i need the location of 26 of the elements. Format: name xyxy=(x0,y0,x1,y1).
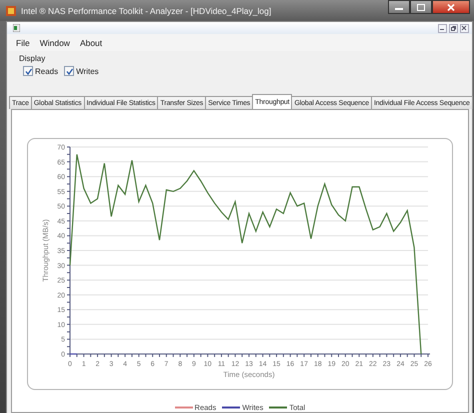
menu-item[interactable]: Window xyxy=(34,37,75,49)
restore-icon xyxy=(450,25,456,31)
menu-item[interactable]: About xyxy=(74,37,108,49)
legend-line-icon xyxy=(222,406,240,409)
group-label: Display xyxy=(19,54,46,63)
minimize-button[interactable] xyxy=(438,24,447,32)
check-icon xyxy=(24,68,32,74)
checkbox[interactable] xyxy=(23,66,33,76)
restore-button[interactable] xyxy=(448,24,458,32)
document-icon xyxy=(13,24,20,32)
app-icon xyxy=(6,6,16,16)
legend-line-icon xyxy=(269,406,288,409)
close-button[interactable] xyxy=(460,24,469,32)
menu-item[interactable]: File xyxy=(11,37,35,49)
close-icon xyxy=(461,25,468,31)
checkbox[interactable] xyxy=(64,66,74,76)
maximize-button[interactable] xyxy=(410,0,432,14)
maximize-icon xyxy=(417,4,425,10)
minimize-button[interactable] xyxy=(388,0,410,14)
checkbox-label: Writes xyxy=(76,66,99,76)
legend-line-icon xyxy=(174,406,193,409)
check-icon xyxy=(66,68,73,74)
window-title: Intel ® NAS Performance Toolkit - Analyzer - [HDVideo_4Play_log] xyxy=(21,6,272,16)
close-icon xyxy=(447,4,455,10)
checkbox-label: Reads xyxy=(35,66,58,76)
close-button[interactable] xyxy=(432,0,470,14)
